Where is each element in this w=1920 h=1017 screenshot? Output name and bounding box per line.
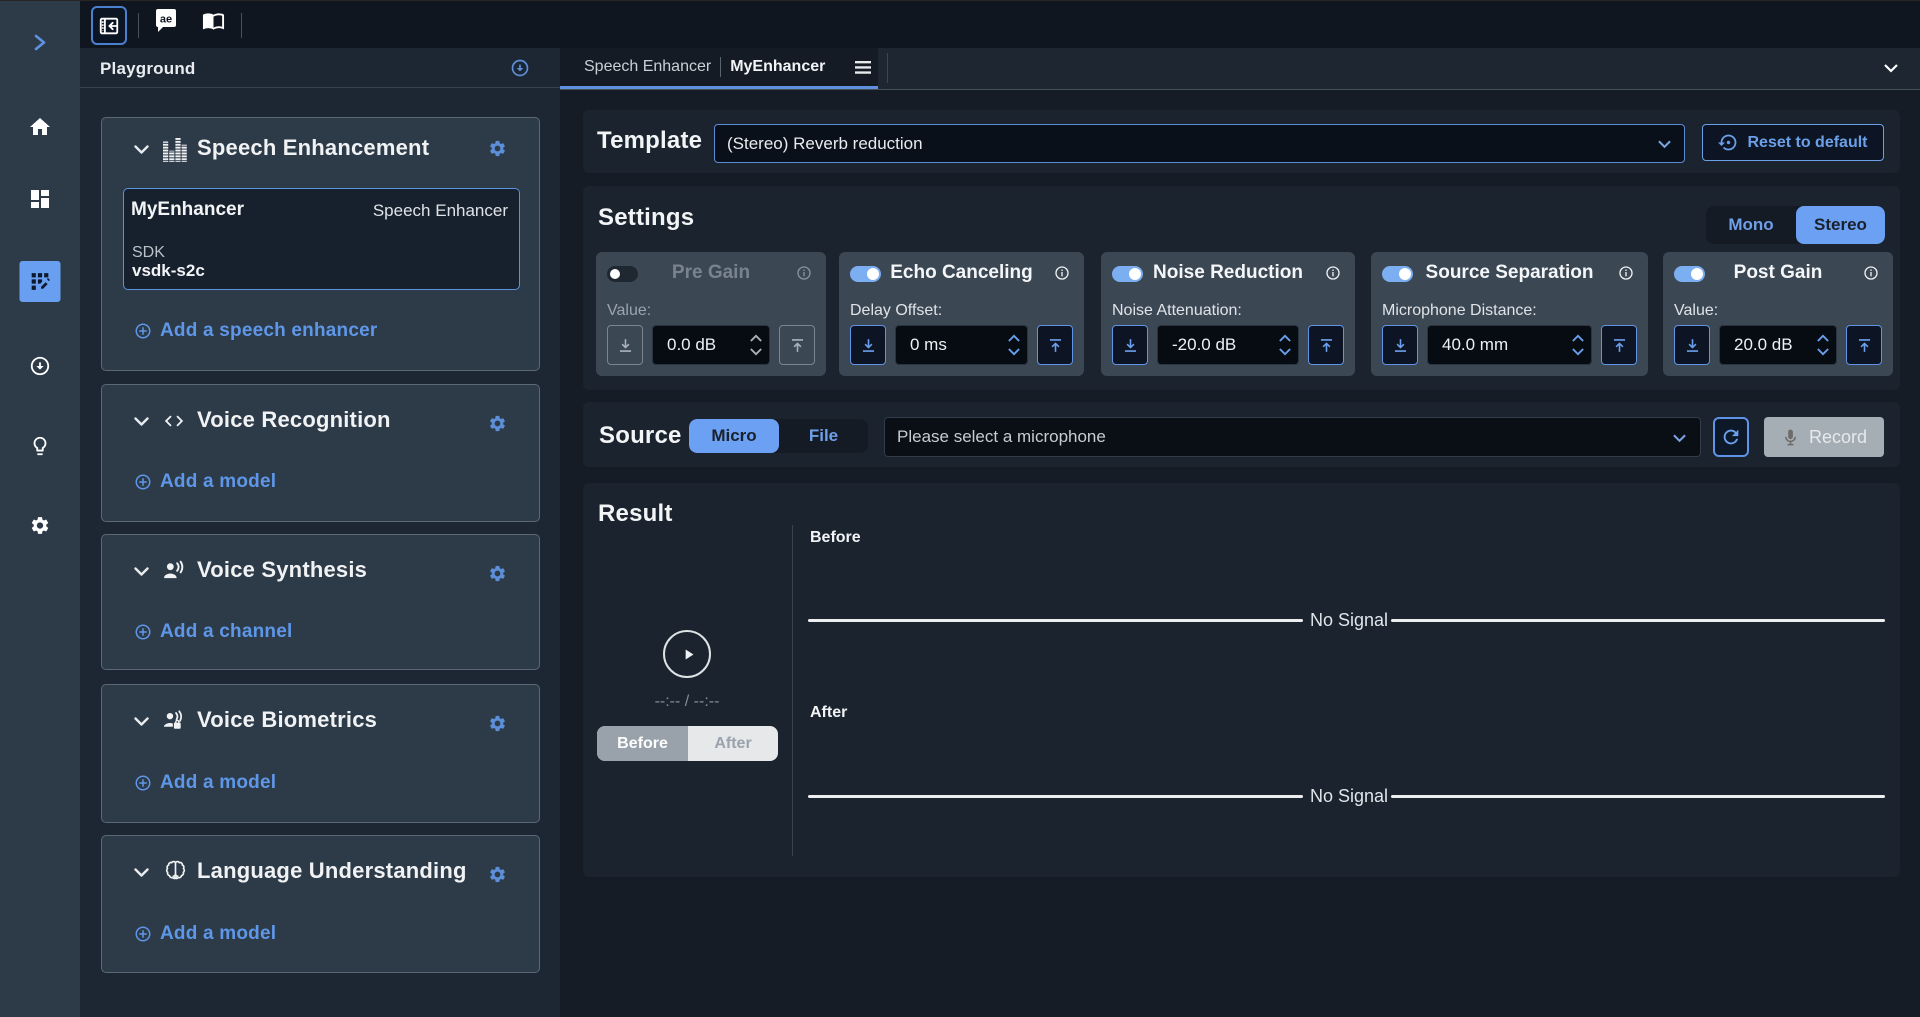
svg-text:ae: ae	[160, 14, 172, 26]
